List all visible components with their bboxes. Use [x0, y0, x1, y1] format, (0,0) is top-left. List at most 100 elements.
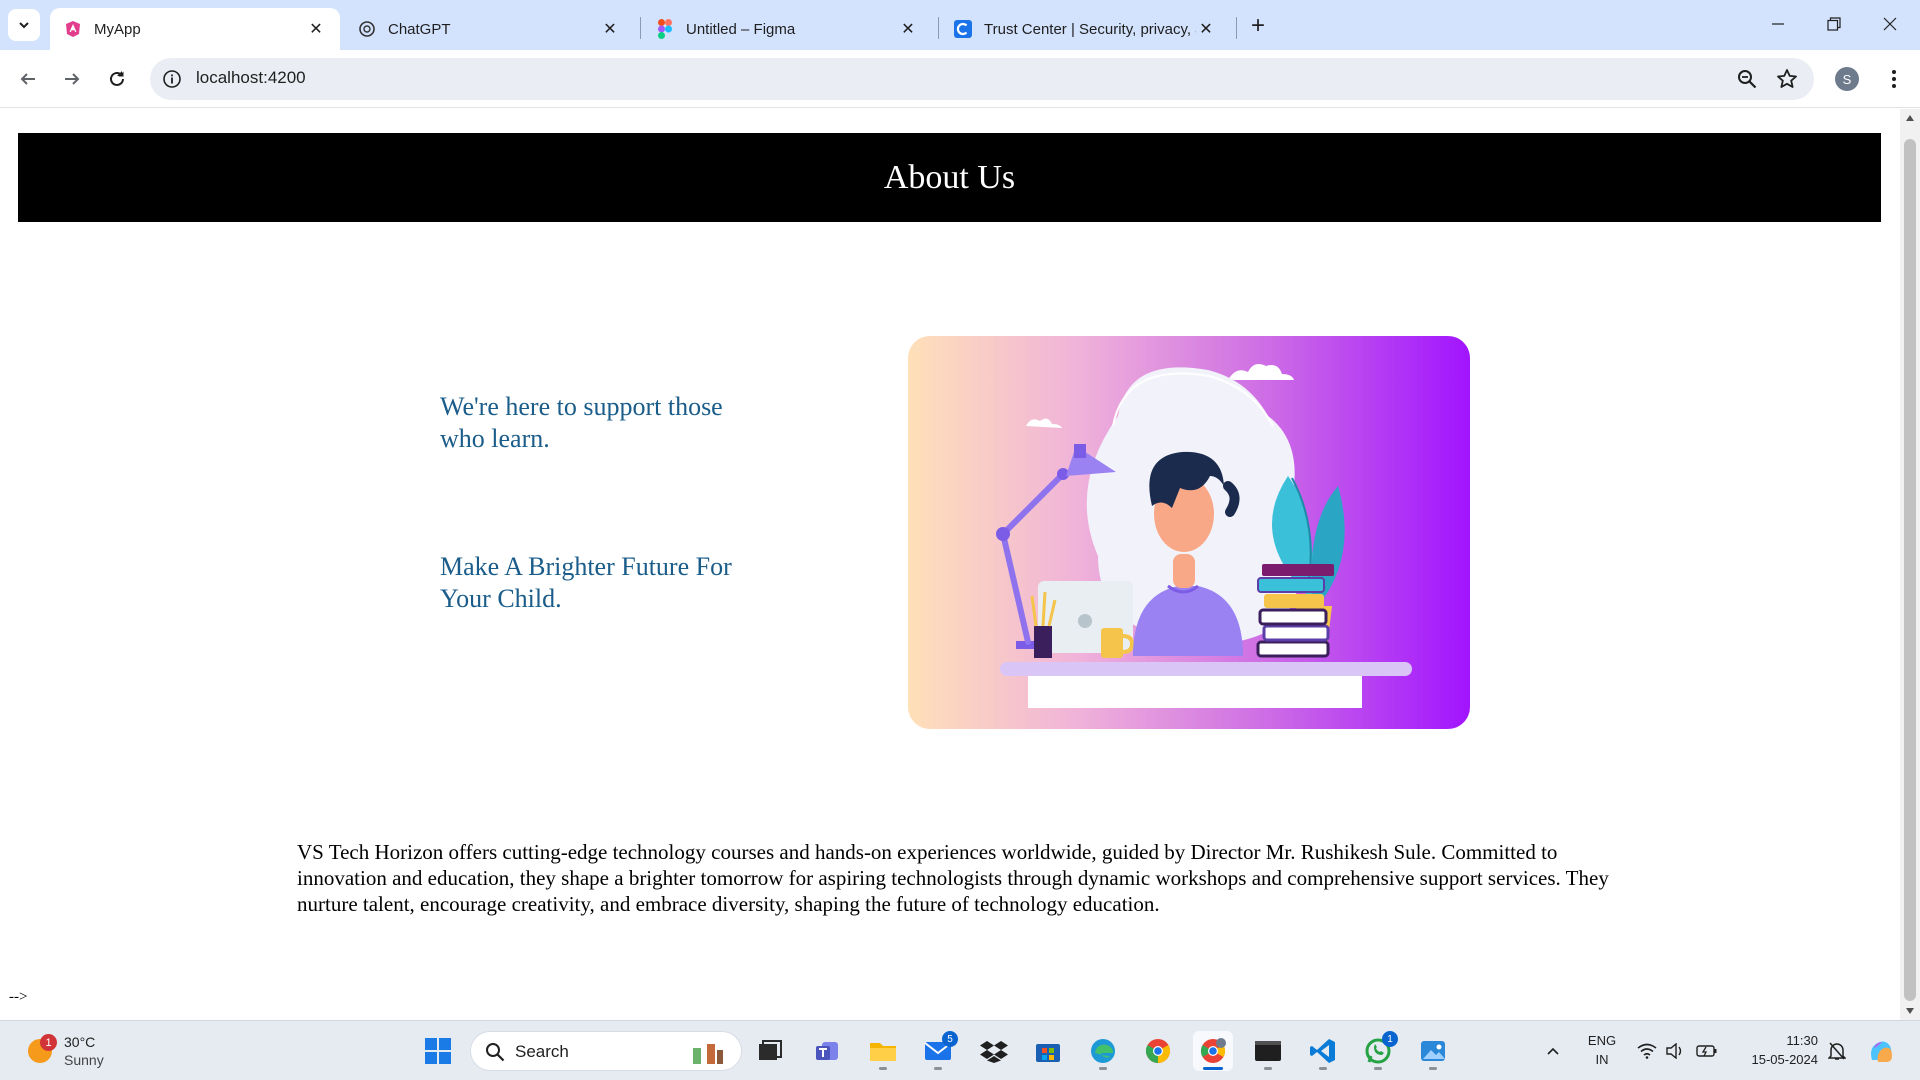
wifi-icon[interactable]: [1636, 1040, 1658, 1062]
running-indicator: [1429, 1067, 1437, 1070]
tab-search-button[interactable]: [8, 9, 40, 41]
running-indicator: [1099, 1067, 1107, 1070]
book: [1258, 608, 1328, 626]
tab-trust-center[interactable]: Trust Center | Security, privacy, a ✕: [940, 8, 1230, 50]
search-label: Search: [515, 1042, 569, 1061]
browser-menu-button[interactable]: [1882, 67, 1906, 91]
desk-top: [1000, 662, 1412, 676]
scroll-down-arrow[interactable]: [1900, 1002, 1920, 1020]
triangle-up-icon: [1906, 115, 1914, 121]
language-code: ENG: [1587, 1033, 1617, 1048]
profile-avatar[interactable]: S: [1835, 67, 1859, 91]
site-info-icon[interactable]: [162, 69, 182, 89]
weather-temperature: 30°C: [64, 1034, 96, 1050]
file-explorer-button[interactable]: [863, 1031, 903, 1071]
page-viewport: About Us We're here to support those who…: [0, 109, 1900, 1020]
copilot-icon[interactable]: [1866, 1036, 1896, 1066]
desk-front: [1028, 676, 1362, 708]
chrome-profile-button[interactable]: [1193, 1031, 1233, 1071]
terminal-icon: [1255, 1041, 1281, 1061]
terminal-button[interactable]: [1248, 1031, 1288, 1071]
tagline-support: We're here to support those who learn.: [440, 392, 723, 453]
tab-myapp[interactable]: MyApp ✕: [50, 8, 340, 50]
chevron-up-icon: [1547, 1047, 1559, 1055]
minimize-button[interactable]: [1750, 0, 1806, 48]
url-text: localhost:4200: [196, 68, 306, 87]
close-window-button[interactable]: [1862, 0, 1918, 48]
close-icon: [1883, 17, 1897, 31]
lamp-joint: [996, 527, 1010, 541]
book: [1262, 624, 1330, 642]
start-button[interactable]: [418, 1031, 458, 1071]
taskbar-search[interactable]: Search: [470, 1031, 742, 1071]
arrow-left-icon: [20, 73, 35, 85]
arrow-right-icon: [65, 73, 80, 85]
input-language-indicator[interactable]: ENG IN: [1584, 1031, 1620, 1069]
about-banner: About Us: [18, 133, 1881, 222]
dropbox-button[interactable]: [974, 1031, 1014, 1071]
close-tab-icon[interactable]: ✕: [898, 19, 918, 39]
weather-condition: Sunny: [64, 1052, 104, 1068]
search-icon: [486, 1043, 505, 1062]
mail-button[interactable]: 5: [918, 1031, 958, 1071]
photos-button[interactable]: [1413, 1031, 1453, 1071]
search-highlight-icon: [693, 1044, 723, 1064]
more-vert-icon: [1892, 70, 1896, 88]
bookmark-star-icon[interactable]: [1776, 68, 1798, 90]
teams-button[interactable]: [808, 1031, 848, 1071]
show-hidden-icons-button[interactable]: [1540, 1041, 1566, 1061]
weather-widget[interactable]: 1 30°C Sunny: [24, 1031, 144, 1071]
address-bar[interactable]: localhost:4200: [150, 58, 1814, 100]
figma-icon: [656, 19, 674, 39]
edge-icon: [1091, 1039, 1115, 1063]
teams-icon: [816, 1042, 838, 1060]
running-indicator: [1319, 1067, 1327, 1070]
restore-button[interactable]: [1806, 0, 1862, 48]
tab-figma[interactable]: Untitled – Figma ✕: [642, 8, 932, 50]
triangle-down-icon: [1906, 1008, 1914, 1014]
book: [1264, 594, 1324, 608]
system-clock[interactable]: 11:30 15-05-2024: [1734, 1031, 1819, 1069]
about-paragraph: VS Tech Horizon offers cutting-edge tech…: [297, 840, 1609, 916]
microsoft-store-button[interactable]: [1028, 1031, 1068, 1071]
scroll-thumb[interactable]: [1904, 139, 1916, 1001]
close-tab-icon[interactable]: ✕: [600, 19, 620, 39]
forward-button[interactable]: [56, 63, 88, 95]
cloud-shape: [1026, 418, 1062, 428]
dropbox-icon: [980, 1041, 1008, 1063]
photos-icon: [1421, 1041, 1445, 1061]
chrome-button[interactable]: [1138, 1031, 1178, 1071]
book: [1256, 640, 1330, 658]
close-tab-icon[interactable]: ✕: [306, 19, 326, 39]
page-scrollbar[interactable]: [1900, 109, 1920, 1020]
store-icon: [1036, 1044, 1060, 1062]
battery-icon[interactable]: [1696, 1040, 1718, 1062]
tab-title: Untitled – Figma: [686, 20, 796, 38]
edge-button[interactable]: [1083, 1031, 1123, 1071]
task-view-button[interactable]: [750, 1031, 790, 1071]
reload-icon: [110, 71, 124, 86]
volume-icon[interactable]: [1664, 1040, 1686, 1062]
tab-separator: [1236, 17, 1237, 39]
mug: [1101, 628, 1123, 658]
vscode-button[interactable]: [1303, 1031, 1343, 1071]
scroll-up-arrow[interactable]: [1900, 109, 1920, 127]
back-button[interactable]: [12, 63, 44, 95]
zoom-icon[interactable]: [1736, 68, 1758, 90]
close-tab-icon[interactable]: ✕: [1196, 19, 1216, 39]
hero-illustration: [908, 336, 1470, 729]
reload-button[interactable]: [101, 63, 133, 95]
running-indicator: [879, 1067, 887, 1070]
focus-bell-icon[interactable]: [1826, 1040, 1848, 1062]
chrome-icon: [1145, 1039, 1171, 1063]
whatsapp-button[interactable]: 1: [1358, 1031, 1398, 1071]
cloud-shape: [1228, 364, 1294, 380]
book: [1257, 577, 1325, 593]
windows-start-icon: [425, 1038, 451, 1064]
minimize-icon: [1772, 23, 1784, 25]
vscode-icon: [1310, 1039, 1335, 1063]
tab-chatgpt[interactable]: ChatGPT ✕: [344, 8, 634, 50]
person-neck: [1173, 554, 1195, 588]
browser-tab-strip: MyApp ✕ ChatGPT ✕ Untitled – Figma ✕ Tru…: [0, 0, 1920, 50]
new-tab-button[interactable]: +: [1244, 12, 1272, 40]
